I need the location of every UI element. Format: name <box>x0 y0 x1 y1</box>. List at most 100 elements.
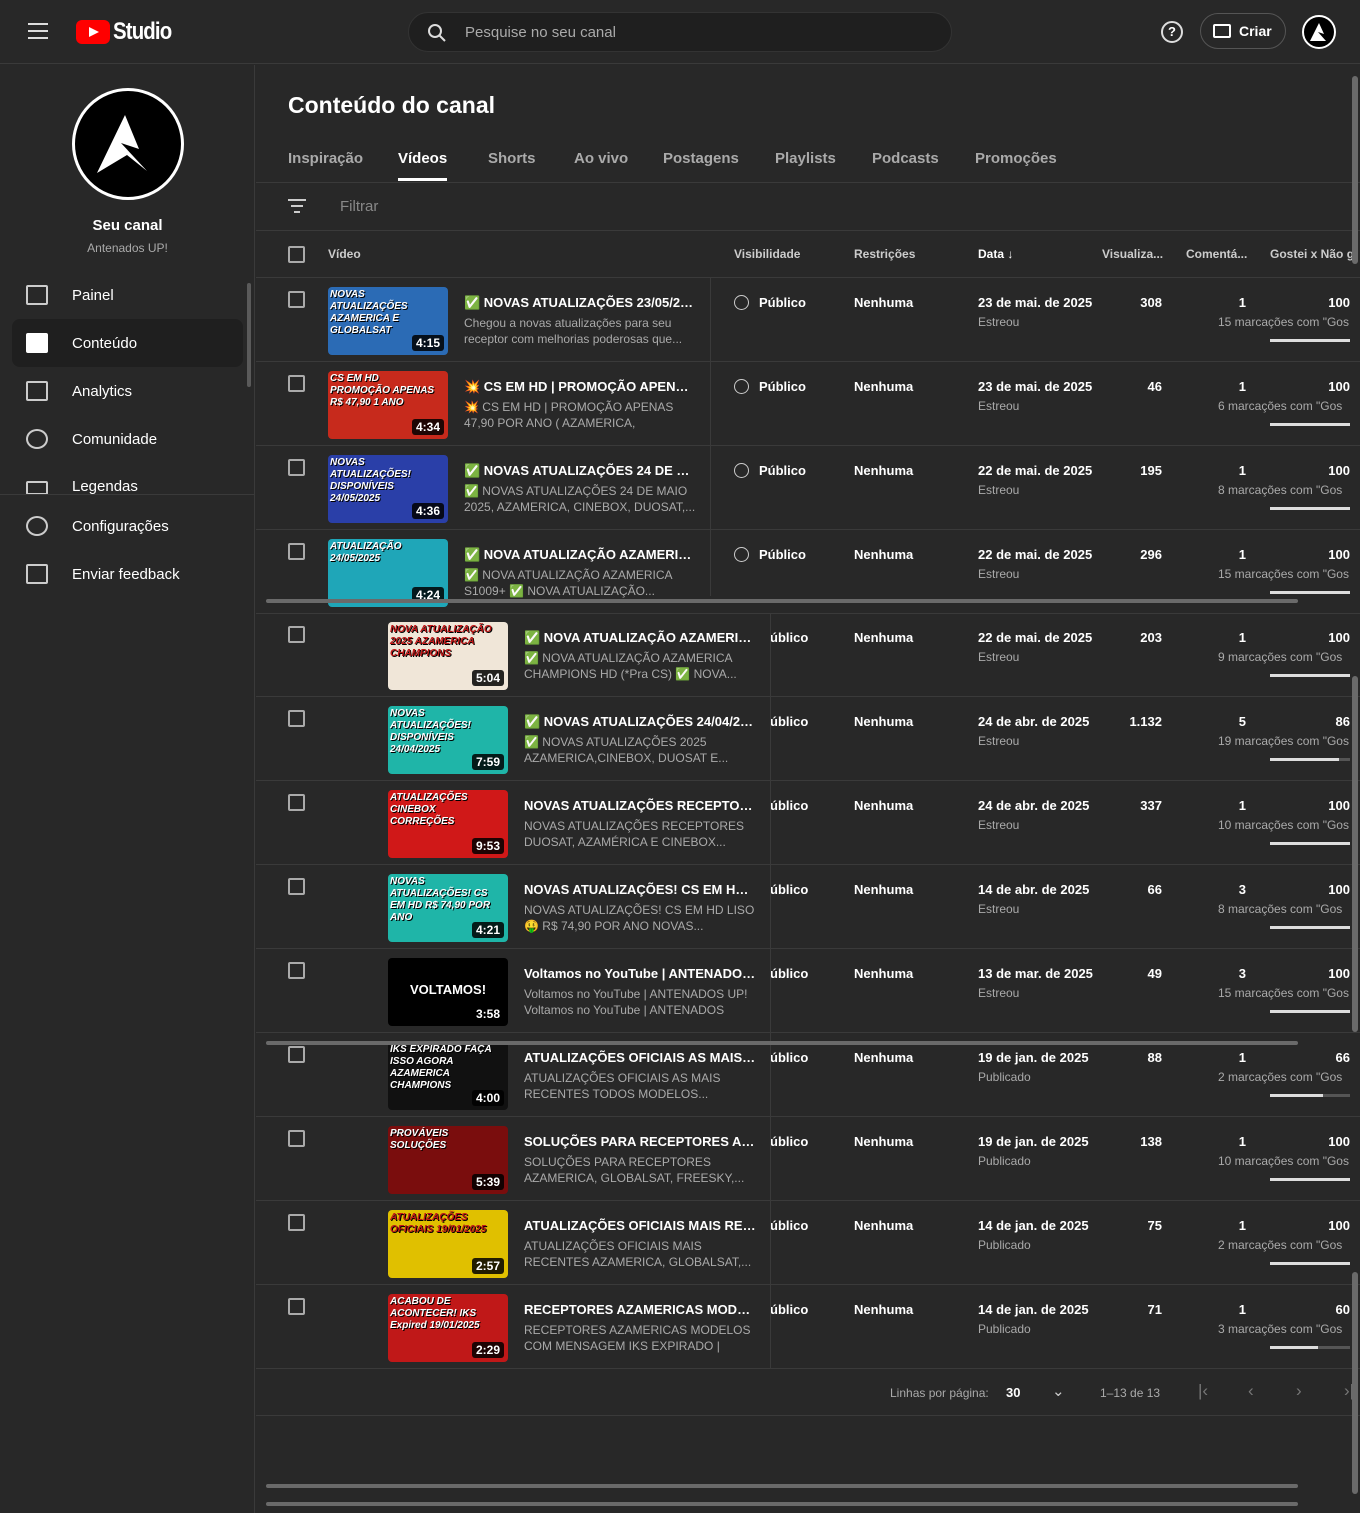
filter-icon[interactable] <box>288 199 306 217</box>
comments-value[interactable]: 5 <box>1239 714 1246 729</box>
video-title[interactable]: ✅ NOVA ATUALIZAÇÃO AZAMERICA... <box>464 547 696 563</box>
comments-value[interactable]: 3 <box>1239 882 1246 897</box>
row-checkbox[interactable] <box>288 1046 305 1063</box>
vertical-scrollbar[interactable] <box>1352 1272 1358 1494</box>
comments-value[interactable]: 1 <box>1239 379 1246 394</box>
comments-value[interactable]: 1 <box>1239 1302 1246 1317</box>
restrictions-value[interactable]: Nenhuma <box>854 1218 913 1233</box>
restrictions-value[interactable]: Nenhuma <box>854 966 913 981</box>
video-thumbnail[interactable]: NOVAS ATUALIZAÇÕES! CS EM HD R$ 74,90 PO… <box>388 874 508 942</box>
video-title[interactable]: Voltamos no YouTube | ANTENADOS ... <box>524 966 756 981</box>
video-title[interactable]: NOVAS ATUALIZAÇÕES! CS EM HD LI... <box>524 882 756 897</box>
tab-videos[interactable]: Vídeos <box>398 150 448 181</box>
account-avatar[interactable] <box>1302 15 1336 49</box>
comments-value[interactable]: 1 <box>1239 1134 1246 1149</box>
table-row[interactable]: ACABOU DE ACONTECER! IKS Expired 19/01/2… <box>256 1285 1360 1369</box>
comments-value[interactable]: 3 <box>1239 966 1246 981</box>
visibility-value[interactable]: úblico <box>770 714 808 729</box>
comments-value[interactable]: 1 <box>1239 1050 1246 1065</box>
restrictions-value[interactable]: Nenhuma <box>854 547 913 562</box>
create-button[interactable]: Criar <box>1200 13 1286 49</box>
header-views[interactable]: Visualiza... <box>1102 247 1163 261</box>
comments-value[interactable]: 1 <box>1239 630 1246 645</box>
help-icon[interactable]: ? <box>1161 21 1183 43</box>
visibility-value[interactable]: úblico <box>770 630 808 645</box>
table-row[interactable]: IKS EXPIRADO FAÇA ISSO AGORA AZAMERICA C… <box>256 1033 1360 1117</box>
video-title[interactable]: ✅ NOVAS ATUALIZAÇÕES 24 DE MA... <box>464 463 696 479</box>
chevron-down-icon[interactable]: ⌄ <box>1052 1382 1065 1400</box>
table-row[interactable]: NOVAS ATUALIZAÇÕES AZAMERICA E GLOBALSAT… <box>256 278 1360 362</box>
table-row[interactable]: CS EM HD PROMOÇÃO APENAS R$ 47,90 1 ANO … <box>256 362 1360 446</box>
sidebar-item-conteudo[interactable]: Conteúdo <box>12 319 243 367</box>
horizontal-scrollbar[interactable] <box>266 1484 1298 1488</box>
video-thumbnail[interactable]: ATUALIZAÇÕES OFICIAIS 19/01/2025 2:57 <box>388 1210 508 1278</box>
row-checkbox[interactable] <box>288 375 305 392</box>
video-thumbnail[interactable]: NOVAS ATUALIZAÇÕES AZAMERICA E GLOBALSAT… <box>328 287 448 355</box>
video-title[interactable]: ATUALIZAÇÕES OFICIAIS MAIS RECE... <box>524 1218 756 1233</box>
video-title[interactable]: NOVAS ATUALIZAÇÕES RECEPTORES... <box>524 798 756 813</box>
tab-inspiracao[interactable]: Inspiração <box>288 150 363 178</box>
row-checkbox[interactable] <box>288 710 305 727</box>
video-thumbnail[interactable]: NOVAS ATUALIZAÇÕES! DISPONÍVEIS 24/05/20… <box>328 455 448 523</box>
video-thumbnail[interactable]: ATUALIZAÇÃO 24/05/2025 4:24 <box>328 539 448 607</box>
prev-page-icon[interactable]: ‹ <box>1248 1381 1254 1401</box>
header-restrictions[interactable]: Restrições <box>854 247 915 261</box>
restrictions-value[interactable]: Nenhuma <box>854 798 913 813</box>
restrictions-value[interactable]: Nenhuma <box>854 882 913 897</box>
sidebar-item-painel[interactable]: Painel <box>12 271 243 319</box>
video-title[interactable]: ATUALIZAÇÕES OFICIAIS AS MAIS RE... <box>524 1050 756 1065</box>
horizontal-scrollbar[interactable] <box>266 1041 1298 1045</box>
video-title[interactable]: SOLUÇÕES PARA RECEPTORES AZA... <box>524 1134 756 1149</box>
table-row[interactable]: NOVAS ATUALIZAÇÕES! DISPONÍVEIS 24/04/20… <box>256 697 1360 781</box>
visibility-value[interactable]: úblico <box>770 1302 808 1317</box>
row-checkbox[interactable] <box>288 1214 305 1231</box>
restrictions-value[interactable]: Nenhuma <box>854 463 913 478</box>
table-row[interactable]: VOLTAMOS! 3:58 Voltamos no YouTube | ANT… <box>256 949 1360 1033</box>
visibility-value[interactable]: Público <box>734 547 806 562</box>
channel-avatar[interactable] <box>72 88 184 200</box>
video-thumbnail[interactable]: PROVÁVEIS SOLUÇÕES 5:39 <box>388 1126 508 1194</box>
visibility-value[interactable]: úblico <box>770 798 808 813</box>
tab-playlists[interactable]: Playlists <box>775 150 836 178</box>
rows-per-page-select[interactable]: 30 <box>1006 1385 1020 1400</box>
horizontal-scrollbar[interactable] <box>266 1502 1298 1506</box>
row-checkbox[interactable] <box>288 1130 305 1147</box>
table-row[interactable]: ATUALIZAÇÕES CINEBOX CORREÇÕES 9:53 NOVA… <box>256 781 1360 865</box>
sidebar-item-comunidade[interactable]: Comunidade <box>12 415 243 463</box>
row-checkbox[interactable] <box>288 962 305 979</box>
select-all-checkbox[interactable] <box>288 246 305 263</box>
header-date[interactable]: Data ↓ <box>978 247 1013 261</box>
tab-ao-vivo[interactable]: Ao vivo <box>574 150 628 178</box>
next-page-icon[interactable]: › <box>1296 1381 1302 1401</box>
visibility-value[interactable]: úblico <box>770 1218 808 1233</box>
table-row[interactable]: PROVÁVEIS SOLUÇÕES 5:39 SOLUÇÕES PARA RE… <box>256 1117 1360 1201</box>
sidebar-item-feedback[interactable]: Enviar feedback <box>12 550 243 598</box>
video-thumbnail[interactable]: NOVA ATUALIZAÇÃO 2025 AZAMERICA CHAMPION… <box>388 622 508 690</box>
restrictions-value[interactable]: Nenhuma <box>854 630 913 645</box>
visibility-value[interactable]: Público <box>734 379 806 394</box>
restrictions-value[interactable]: Nenhuma <box>854 714 913 729</box>
search-input[interactable]: Pesquise no seu canal <box>408 12 952 52</box>
tab-promocoes[interactable]: Promoções <box>975 150 1057 178</box>
tab-shorts[interactable]: Shorts <box>488 150 536 178</box>
video-thumbnail[interactable]: VOLTAMOS! 3:58 <box>388 958 508 1026</box>
sidebar-item-configuracoes[interactable]: Configurações <box>12 502 243 550</box>
comments-value[interactable]: 1 <box>1239 798 1246 813</box>
comments-value[interactable]: 1 <box>1239 1218 1246 1233</box>
visibility-value[interactable]: úblico <box>770 966 808 981</box>
comments-value[interactable]: 1 <box>1239 547 1246 562</box>
row-checkbox[interactable] <box>288 794 305 811</box>
visibility-value[interactable]: Público <box>734 463 806 478</box>
tab-postagens[interactable]: Postagens <box>663 150 739 178</box>
filter-input[interactable]: Filtrar <box>340 198 378 215</box>
video-title[interactable]: RECEPTORES AZAMERICAS MODELO... <box>524 1302 756 1317</box>
visibility-value[interactable]: Público <box>734 295 806 310</box>
comments-value[interactable]: 1 <box>1239 295 1246 310</box>
header-visibility[interactable]: Visibilidade <box>734 247 800 261</box>
video-thumbnail[interactable]: ATUALIZAÇÕES CINEBOX CORREÇÕES 9:53 <box>388 790 508 858</box>
table-row[interactable]: NOVA ATUALIZAÇÃO 2025 AZAMERICA CHAMPION… <box>256 613 1360 697</box>
vertical-scrollbar[interactable] <box>1352 676 1358 1032</box>
studio-logo[interactable]: Studio <box>76 18 182 46</box>
row-checkbox[interactable] <box>288 459 305 476</box>
sidebar-item-analytics[interactable]: Analytics <box>12 367 243 415</box>
